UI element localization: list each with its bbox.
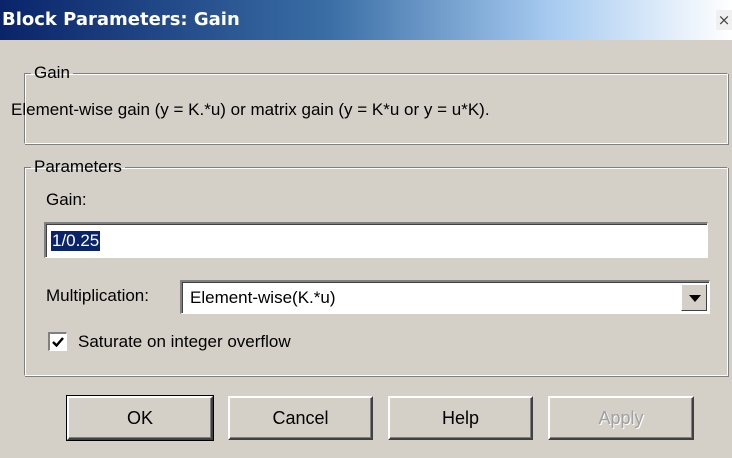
multiplication-label: Multiplication: bbox=[46, 286, 149, 305]
gain-label: Gain: bbox=[46, 190, 87, 209]
cancel-button[interactable]: Cancel bbox=[228, 396, 373, 440]
gain-group-legend: Gain bbox=[34, 63, 70, 82]
window-title: Block Parameters: Gain bbox=[2, 9, 240, 30]
apply-button[interactable]: Apply bbox=[548, 396, 694, 440]
title-bar[interactable]: Block Parameters: Gain bbox=[0, 0, 732, 40]
saturate-label[interactable]: Saturate on integer overflow bbox=[78, 332, 291, 352]
saturate-checkbox[interactable] bbox=[48, 332, 67, 351]
parameters-group-legend: Parameters bbox=[34, 157, 122, 176]
gain-description: Element-wise gain (y = K.*u) or matrix g… bbox=[11, 100, 490, 119]
dropdown-arrow-icon[interactable] bbox=[681, 284, 707, 311]
ok-button[interactable]: OK bbox=[66, 395, 214, 441]
gain-input[interactable]: 1/0.25 bbox=[44, 222, 708, 258]
multiplication-select-value: Element-wise(K.*u) bbox=[190, 288, 336, 307]
block-parameters-dialog: Block Parameters: Gain × Gain Element-wi… bbox=[0, 0, 732, 458]
multiplication-select[interactable]: Element-wise(K.*u) bbox=[180, 280, 710, 314]
checkmark-icon bbox=[52, 337, 64, 348]
gain-input-value: 1/0.25 bbox=[51, 231, 101, 251]
close-icon[interactable]: × bbox=[716, 10, 732, 30]
help-button[interactable]: Help bbox=[388, 396, 533, 440]
